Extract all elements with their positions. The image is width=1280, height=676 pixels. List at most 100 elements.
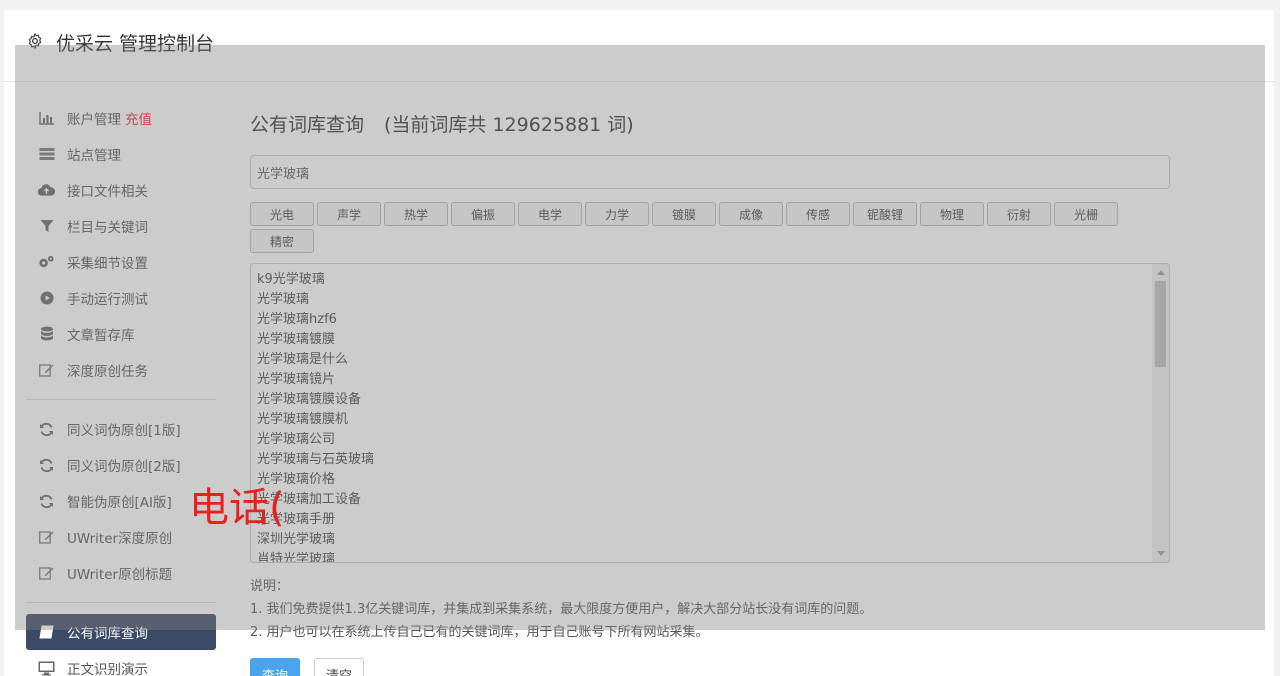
sidebar-item-label: 接口文件相关: [67, 184, 148, 200]
tag-button[interactable]: 传感: [786, 202, 850, 226]
header: 优采云 管理控制台: [4, 10, 1274, 82]
tag-button[interactable]: 光电: [250, 202, 314, 226]
sidebar-item-manual-run[interactable]: 手动运行测试: [26, 280, 216, 316]
note-line: 1. 我们免费提供1.3亿关键词库，并集成到采集系统，最大限度方便用户，解决大部…: [250, 602, 873, 617]
sidebar-item-public-lexicon[interactable]: 公有词库查询: [26, 614, 216, 650]
notes-title: 说明：: [250, 579, 290, 594]
sidebar-item-collect-settings[interactable]: 采集细节设置: [26, 244, 216, 280]
sidebar-item-label: 深度原创任务: [67, 364, 148, 380]
list-item[interactable]: 光学玻璃镀膜: [257, 330, 1169, 350]
tag-button[interactable]: 光栅: [1054, 202, 1118, 226]
list-item[interactable]: 光学玻璃镀膜机: [257, 410, 1169, 430]
clear-button[interactable]: 清空: [314, 658, 365, 676]
sidebar-item-text-recognition[interactable]: 正文识别演示: [26, 650, 216, 676]
tag-button[interactable]: 电学: [518, 202, 582, 226]
console-card: 优采云 管理控制台 账户管理 充值 站点管理 接口文件相关 栏目与关键词 采集细…: [4, 10, 1274, 676]
sidebar-item-label: 采集细节设置: [67, 256, 148, 272]
page-title-text: 公有词库查询: [250, 114, 365, 136]
results-listbox[interactable]: k9光学玻璃 光学玻璃 光学玻璃hzf6 光学玻璃镀膜 光学玻璃是什么 光学玻璃镜片 光学玻…: [250, 263, 1170, 563]
page-title: 公有词库查询 (当前词库共 129625881 词): [250, 110, 1170, 140]
sidebar-item-interface-files[interactable]: 接口文件相关: [26, 172, 216, 208]
action-buttons: 查询 清空: [250, 658, 1170, 676]
sidebar-item-label: 文章暂存库: [67, 328, 135, 344]
list-item[interactable]: 光学玻璃是什么: [257, 350, 1169, 370]
results-list: k9光学玻璃 光学玻璃 光学玻璃hzf6 光学玻璃镀膜 光学玻璃是什么 光学玻璃镜片 光学玻…: [251, 264, 1169, 562]
list-item[interactable]: 光学玻璃公司: [257, 430, 1169, 450]
list-item[interactable]: 光学玻璃加工设备: [257, 490, 1169, 510]
list-item[interactable]: 光学玻璃价格: [257, 470, 1169, 490]
book-icon: [38, 624, 55, 641]
database-icon: [38, 326, 55, 343]
sidebar-item-label: UWriter深度原创: [67, 531, 173, 547]
scroll-thumb[interactable]: [1155, 281, 1166, 367]
refresh-icon: [38, 457, 55, 474]
sidebar-divider: [26, 602, 216, 603]
sidebar-item-label: UWriter原创标题: [67, 567, 173, 583]
sidebar-item-label: 栏目与关键词: [67, 220, 148, 236]
keyword-search-input[interactable]: [250, 155, 1170, 189]
list-item[interactable]: 光学玻璃与石英玻璃: [257, 450, 1169, 470]
sidebar-item-synonym-v2[interactable]: 同义词伪原创[2版]: [26, 447, 216, 483]
play-circle-icon: [38, 290, 55, 307]
sidebar-item-uwriter-title[interactable]: UWriter原创标题: [26, 555, 216, 591]
edit-icon: [38, 565, 55, 582]
sidebar-item-label: 同义词伪原创[2版]: [67, 459, 181, 475]
list-item[interactable]: 光学玻璃hzf6: [257, 310, 1169, 330]
gear-icon: [28, 32, 42, 50]
list-item[interactable]: 光学玻璃: [257, 290, 1169, 310]
gears-icon: [38, 254, 55, 271]
tag-button[interactable]: 偏振: [451, 202, 515, 226]
list-item[interactable]: 光学玻璃手册: [257, 510, 1169, 530]
tag-button[interactable]: 物理: [920, 202, 984, 226]
sidebar-item-label: 账户管理: [67, 112, 121, 128]
sidebar-item-label: 站点管理: [67, 148, 121, 164]
refresh-icon: [38, 421, 55, 438]
sidebar-item-uwriter-deep[interactable]: UWriter深度原创: [26, 519, 216, 555]
tag-button[interactable]: 声学: [317, 202, 381, 226]
tag-button[interactable]: 成像: [719, 202, 783, 226]
results-scrollbar[interactable]: [1152, 264, 1169, 562]
sidebar-item-ai-rewrite[interactable]: 智能伪原创[AI版]: [26, 483, 216, 519]
refresh-icon: [38, 493, 55, 510]
list-item[interactable]: k9光学玻璃: [257, 270, 1169, 290]
tag-button[interactable]: 镀膜: [652, 202, 716, 226]
sidebar-item-sites[interactable]: 站点管理: [26, 136, 216, 172]
main-content: 公有词库查询 (当前词库共 129625881 词) 光电声学热学偏振电学力学镀膜…: [250, 110, 1170, 676]
overlay-red-text: 电话(: [189, 485, 285, 531]
filter-icon: [38, 218, 55, 235]
sidebar: 账户管理 充值 站点管理 接口文件相关 栏目与关键词 采集细节设置 手动运行测试…: [26, 100, 216, 676]
list-item[interactable]: 肖特光学玻璃: [257, 550, 1169, 562]
sidebar-item-account[interactable]: 账户管理 充值: [26, 100, 216, 136]
cloud-upload-icon: [38, 182, 55, 199]
app-title: 优采云 管理控制台: [56, 33, 215, 55]
list-item[interactable]: 光学玻璃镜片: [257, 370, 1169, 390]
sidebar-divider: [26, 399, 216, 400]
recharge-link[interactable]: 充值: [125, 108, 152, 128]
sidebar-item-label: 正文识别演示: [67, 662, 148, 676]
scroll-up-arrow-icon[interactable]: [1157, 270, 1165, 275]
query-button[interactable]: 查询: [250, 658, 301, 676]
sidebar-item-columns-keywords[interactable]: 栏目与关键词: [26, 208, 216, 244]
sidebar-item-deep-original-task[interactable]: 深度原创任务: [26, 352, 216, 388]
sidebar-item-label: 同义词伪原创[1版]: [67, 423, 181, 439]
sidebar-item-label: 公有词库查询: [67, 626, 148, 642]
scroll-down-arrow-icon[interactable]: [1157, 551, 1165, 556]
tag-button[interactable]: 精密: [250, 229, 314, 253]
sidebar-item-synonym-v1[interactable]: 同义词伪原创[1版]: [26, 411, 216, 447]
note-line: 2. 用户也可以在系统上传自己已有的关键词库，用于自己账号下所有网站采集。: [250, 625, 709, 640]
sidebar-item-label: 手动运行测试: [67, 292, 148, 308]
tag-button[interactable]: 衍射: [987, 202, 1051, 226]
monitor-icon: [38, 660, 55, 676]
list-item[interactable]: 光学玻璃镀膜设备: [257, 390, 1169, 410]
edit-icon: [38, 529, 55, 546]
sidebar-item-article-store[interactable]: 文章暂存库: [26, 316, 216, 352]
tag-button[interactable]: 铌酸锂: [853, 202, 917, 226]
bar-chart-icon: [38, 110, 55, 127]
notes: 说明： 1. 我们免费提供1.3亿关键词库，并集成到采集系统，最大限度方便用户，…: [250, 575, 1170, 644]
list-item[interactable]: 深圳光学玻璃: [257, 530, 1169, 550]
server-icon: [38, 146, 55, 163]
edit-icon: [38, 362, 55, 379]
lexicon-count: (当前词库共 129625881 词): [384, 114, 634, 136]
tag-button[interactable]: 力学: [585, 202, 649, 226]
tag-button[interactable]: 热学: [384, 202, 448, 226]
